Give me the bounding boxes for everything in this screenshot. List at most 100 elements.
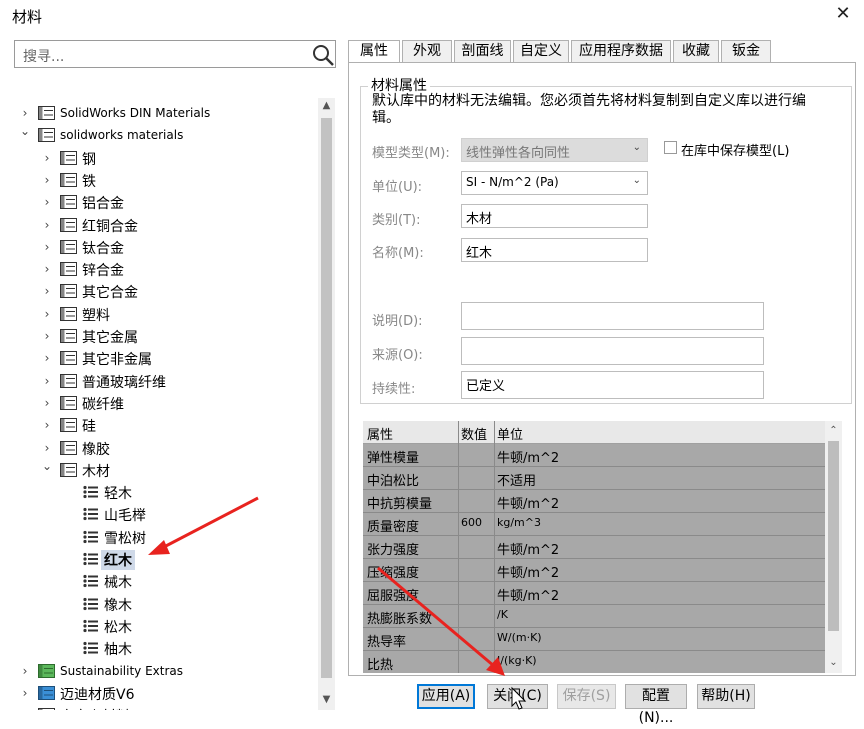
- config-button[interactable]: 配置(N)...: [625, 684, 687, 726]
- table-row[interactable]: 张力强度 牛顿/m^2: [363, 536, 825, 559]
- tab-2[interactable]: 剖面线: [454, 40, 511, 62]
- chevron-right-icon[interactable]: ›: [18, 660, 32, 682]
- chevron-right-icon[interactable]: ›: [40, 325, 54, 347]
- save-model-checkbox[interactable]: [664, 141, 677, 154]
- chevron-right-icon[interactable]: ›: [18, 704, 32, 710]
- chevron-right-icon[interactable]: ›: [40, 236, 54, 258]
- material-icon: [82, 619, 99, 633]
- table-row[interactable]: 热导率 W/(m·K): [363, 628, 825, 651]
- scroll-up-icon[interactable]: ⌃: [825, 423, 842, 439]
- chevron-right-icon[interactable]: ›: [40, 169, 54, 191]
- tree-item[interactable]: 红木: [14, 548, 314, 570]
- chevron-right-icon[interactable]: ›: [40, 147, 54, 169]
- tab-5[interactable]: 收藏: [673, 40, 719, 62]
- source-field[interactable]: [461, 337, 764, 365]
- chevron-right-icon[interactable]: ›: [40, 280, 54, 302]
- chevron-right-icon[interactable]: ›: [40, 303, 54, 325]
- tree-item[interactable]: 橡木: [14, 593, 314, 615]
- tree-item-label: 迈迪材质V6: [60, 686, 135, 703]
- chevron-right-icon[interactable]: ›: [40, 414, 54, 436]
- tree-item[interactable]: › 钢: [14, 147, 314, 169]
- tree-item[interactable]: 松木: [14, 615, 314, 637]
- table-row[interactable]: 比热 J/(kg·K): [363, 651, 825, 673]
- tab-1[interactable]: 外观: [402, 40, 452, 62]
- sustainability-field[interactable]: 已定义: [461, 371, 764, 399]
- tree-item[interactable]: › 迈迪材质V6: [14, 682, 314, 704]
- chevron-right-icon[interactable]: ›: [40, 214, 54, 236]
- close-icon[interactable]: ✕: [830, 2, 856, 26]
- library-icon: [38, 708, 55, 710]
- units-select[interactable]: SI - N/m^2 (Pa) ⌄: [461, 171, 648, 195]
- tree-item[interactable]: › 普通玻璃纤维: [14, 370, 314, 392]
- chevron-right-icon[interactable]: ›: [40, 191, 54, 213]
- table-row[interactable]: 屈服强度 牛顿/m^2: [363, 582, 825, 605]
- tab-3[interactable]: 自定义: [513, 40, 569, 62]
- chevron-down-icon[interactable]: ⌄: [40, 459, 54, 481]
- close-button[interactable]: 关闭(C): [487, 684, 548, 709]
- library-green-icon: [38, 663, 55, 678]
- tree-item-label: 自定义材料: [60, 706, 130, 710]
- save-button[interactable]: 保存(S): [557, 684, 616, 709]
- scroll-down-icon[interactable]: ⌄: [825, 655, 842, 671]
- tab-4[interactable]: 应用程序数据: [571, 40, 671, 62]
- tree-item[interactable]: 雪松树: [14, 526, 314, 548]
- scroll-thumb[interactable]: [828, 441, 839, 631]
- table-row[interactable]: 弹性模量 牛顿/m^2: [363, 444, 825, 467]
- search-icon[interactable]: [311, 43, 335, 67]
- chevron-right-icon[interactable]: ›: [18, 102, 32, 124]
- property-cell: 压缩强度: [367, 566, 420, 581]
- tree-item[interactable]: › 其它非金属: [14, 347, 314, 369]
- tree-item[interactable]: › 钛合金: [14, 236, 314, 258]
- tree-item[interactable]: › 塑料: [14, 303, 314, 325]
- tree-item[interactable]: ⌄ 木材: [14, 459, 314, 481]
- tree-item[interactable]: ⌄ solidworks materials: [14, 124, 314, 146]
- tree-item-label: 钢: [82, 151, 96, 168]
- tree-item-label: 械木: [104, 575, 132, 592]
- tree-item[interactable]: › SolidWorks DIN Materials: [14, 102, 314, 124]
- chevron-right-icon[interactable]: ›: [18, 682, 32, 704]
- tree-item[interactable]: › 其它金属: [14, 325, 314, 347]
- tree-item[interactable]: 械木: [14, 570, 314, 592]
- notice-text: 默认库中的材料无法编辑。您必须首先将材料复制到自定义库以进行编辑。: [372, 93, 806, 126]
- tab-0[interactable]: 属性: [348, 40, 400, 64]
- table-row[interactable]: 热膨胀系数/K: [363, 605, 825, 628]
- tree-item[interactable]: › 铝合金: [14, 191, 314, 213]
- tree-item[interactable]: › 其它合金: [14, 280, 314, 302]
- tree-item[interactable]: 柚木: [14, 637, 314, 659]
- chevron-down-icon[interactable]: ⌄: [18, 124, 32, 146]
- category-field[interactable]: 木材: [461, 204, 648, 228]
- scroll-up-icon[interactable]: ▲: [318, 98, 335, 114]
- table-scrollbar[interactable]: ⌃ ⌄: [825, 421, 842, 673]
- tree-item[interactable]: › 红铜合金: [14, 214, 314, 236]
- chevron-right-icon[interactable]: ›: [40, 392, 54, 414]
- tree-item[interactable]: › 铁: [14, 169, 314, 191]
- table-row[interactable]: 质量密度 600 kg/m^3: [363, 513, 825, 536]
- apply-button[interactable]: 应用(A): [417, 684, 475, 709]
- library-blue-icon: [38, 685, 55, 700]
- table-row[interactable]: 中泊松比 不适用: [363, 467, 825, 490]
- table-row[interactable]: 中抗剪模量 牛顿/m^2: [363, 490, 825, 513]
- tree-item[interactable]: › 碳纤维: [14, 392, 314, 414]
- material-icon: [82, 641, 99, 655]
- help-button[interactable]: 帮助(H): [697, 684, 755, 709]
- tree-scrollbar[interactable]: ▲ ▼: [318, 98, 335, 710]
- tree-item[interactable]: › 锌合金: [14, 258, 314, 280]
- tree-item[interactable]: › 自定义材料: [14, 704, 314, 710]
- tree-item[interactable]: 轻木: [14, 481, 314, 503]
- scroll-thumb[interactable]: [321, 118, 332, 678]
- search-input[interactable]: 搜寻...: [14, 40, 336, 68]
- chevron-right-icon[interactable]: ›: [40, 258, 54, 280]
- chevron-right-icon[interactable]: ›: [40, 437, 54, 459]
- name-field[interactable]: 红木: [461, 238, 648, 262]
- description-field[interactable]: [461, 302, 764, 330]
- scroll-down-icon[interactable]: ▼: [318, 692, 335, 708]
- tree-item[interactable]: › Sustainability Extras: [14, 660, 314, 682]
- model-type-select[interactable]: 线性弹性各向同性 ⌄: [461, 138, 648, 162]
- tree-item[interactable]: › 橡胶: [14, 437, 314, 459]
- tree-item[interactable]: › 硅: [14, 414, 314, 436]
- table-row[interactable]: 压缩强度 牛顿/m^2: [363, 559, 825, 582]
- tab-6[interactable]: 钣金: [721, 40, 771, 62]
- chevron-right-icon[interactable]: ›: [40, 347, 54, 369]
- tree-item[interactable]: 山毛榉: [14, 503, 314, 525]
- chevron-right-icon[interactable]: ›: [40, 370, 54, 392]
